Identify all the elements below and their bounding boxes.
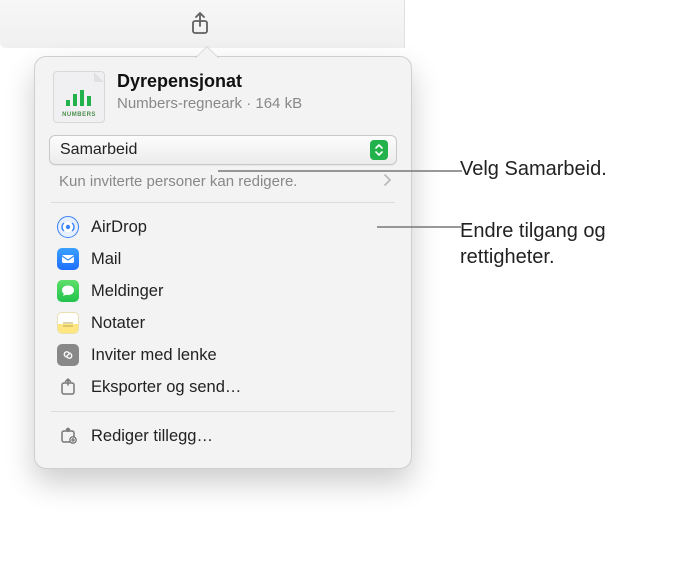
callout-leader-1	[218, 170, 462, 172]
updown-icon	[370, 140, 388, 160]
toolbar	[0, 0, 405, 48]
airdrop-icon	[57, 216, 79, 238]
share-targets-list: AirDrop Mail Meldinger Notater Inviter med l…	[49, 203, 397, 411]
document-icon: NUMBERS	[53, 71, 105, 123]
share-target-label: Meldinger	[91, 282, 163, 301]
collaboration-mode-select[interactable]: Samarbeid	[49, 135, 397, 165]
messages-icon	[57, 280, 79, 302]
extensions-icon	[57, 425, 79, 447]
share-target-label: Eksporter og send…	[91, 378, 241, 397]
chevron-right-icon	[383, 173, 391, 190]
share-target-export-send[interactable]: Eksporter og send…	[49, 371, 397, 403]
mail-icon	[57, 248, 79, 270]
collaboration-mode-label: Samarbeid	[60, 141, 137, 159]
edit-extensions-label: Rediger tillegg…	[91, 427, 213, 446]
share-icon	[190, 12, 210, 36]
callout-text-collab: Velg Samarbeid.	[460, 156, 607, 182]
share-target-label: AirDrop	[91, 218, 147, 237]
document-title: Dyrepensjonat	[117, 71, 302, 93]
callout-leader-2	[377, 226, 461, 228]
edit-extensions-item[interactable]: Rediger tillegg…	[49, 420, 397, 452]
document-icon-label: NUMBERS	[62, 112, 96, 118]
share-target-messages[interactable]: Meldinger	[49, 275, 397, 307]
notes-icon	[57, 312, 79, 334]
document-subtitle: Numbers-regneark · 164 kB	[117, 93, 302, 114]
file-header: NUMBERS Dyrepensjonat Numbers-regneark ·…	[49, 71, 397, 135]
callout-text-permissions: Endre tilgang og rettigheter.	[460, 218, 692, 270]
link-icon	[57, 344, 79, 366]
share-popover: NUMBERS Dyrepensjonat Numbers-regneark ·…	[34, 56, 412, 469]
share-target-airdrop[interactable]: AirDrop	[49, 211, 397, 243]
share-target-label: Notater	[91, 314, 145, 333]
share-target-label: Inviter med lenke	[91, 346, 217, 365]
share-button[interactable]	[180, 9, 220, 39]
permissions-text: Kun inviterte personer kan redigere.	[59, 173, 297, 190]
share-target-mail[interactable]: Mail	[49, 243, 397, 275]
share-target-invite-link[interactable]: Inviter med lenke	[49, 339, 397, 371]
export-icon	[57, 376, 79, 398]
share-target-label: Mail	[91, 250, 121, 269]
share-target-notes[interactable]: Notater	[49, 307, 397, 339]
footer-menu: Rediger tillegg…	[49, 412, 397, 460]
